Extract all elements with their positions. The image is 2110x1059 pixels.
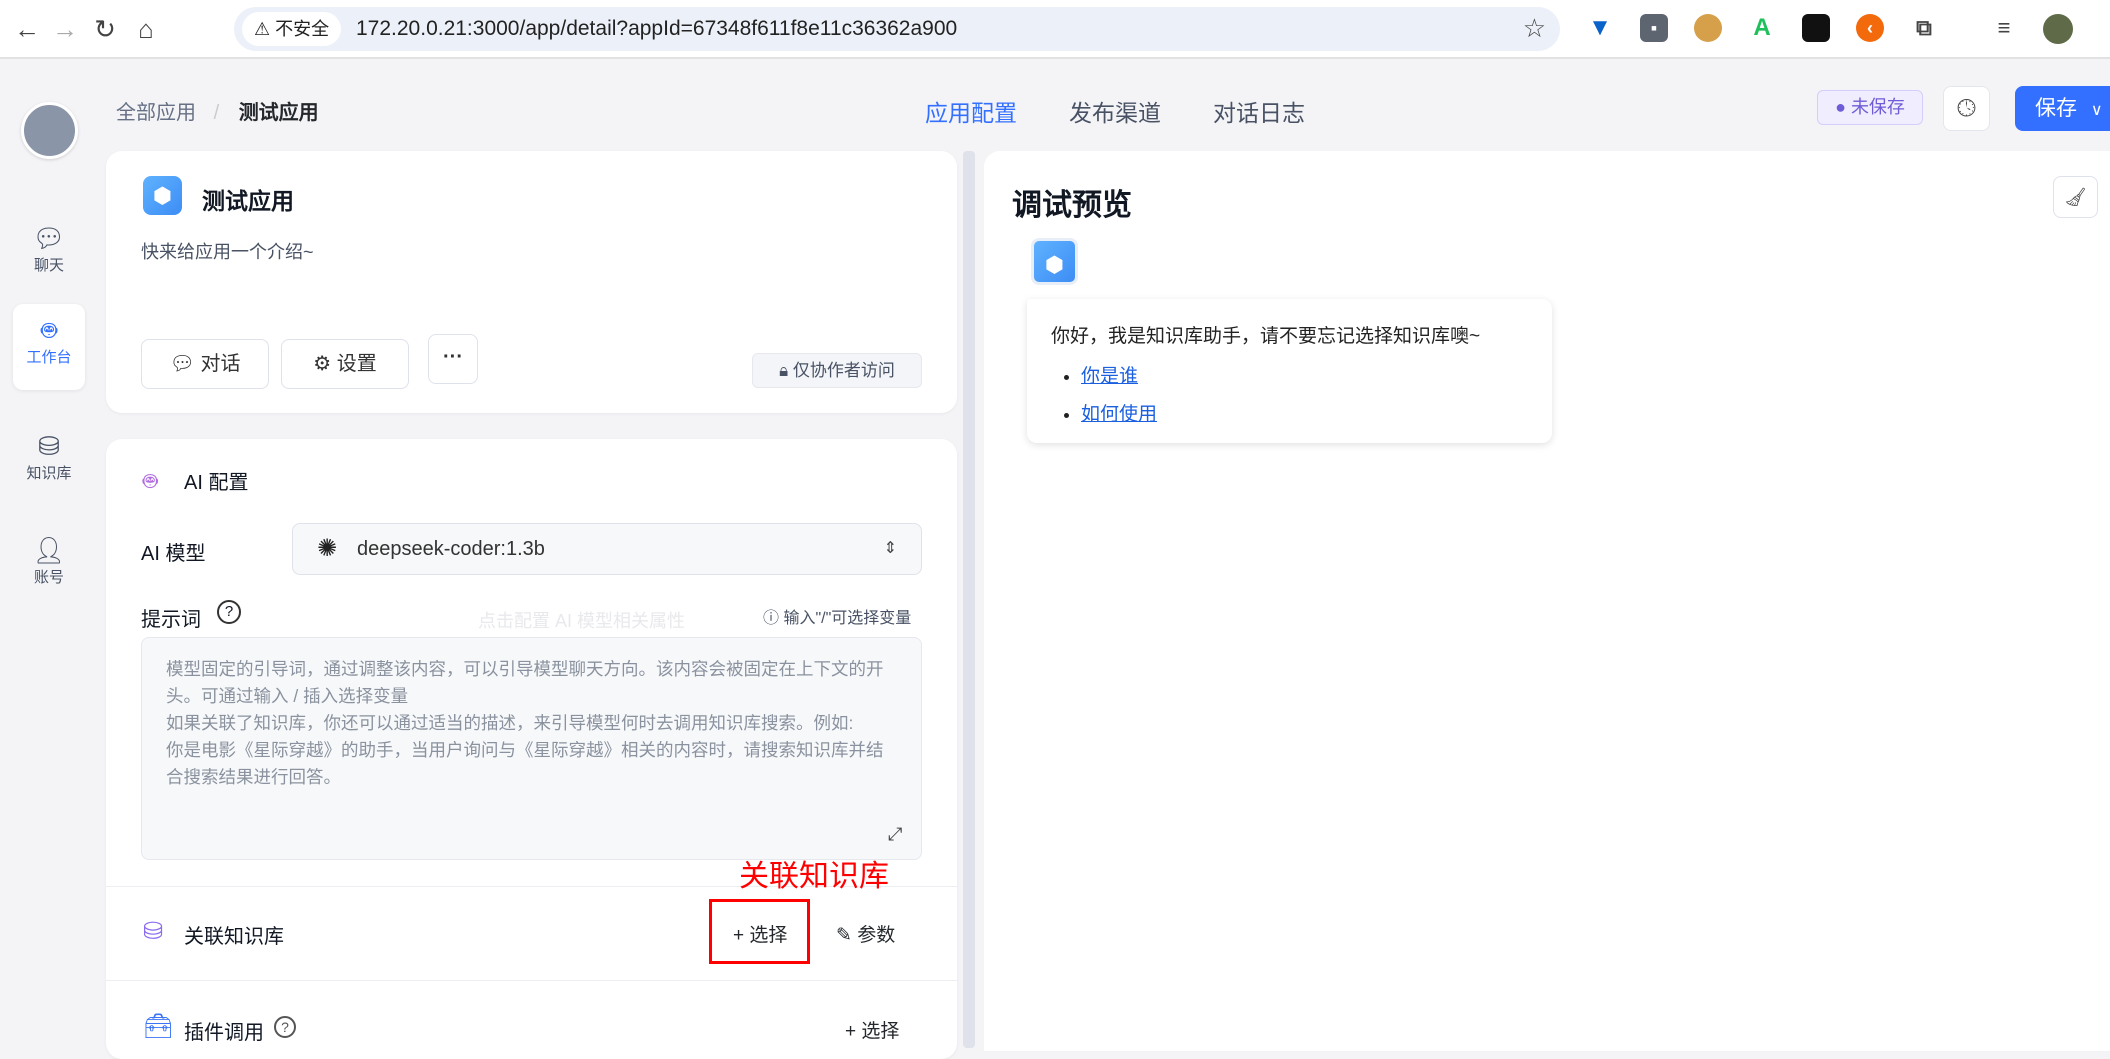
greeting-text: 你好，我是知识库助手，请不要忘记选择知识库噢~	[1051, 326, 1481, 347]
select-chevron-icon: ⇕	[883, 540, 897, 557]
user-icon: 👤︎	[32, 535, 66, 565]
suggestion-link[interactable]: 你是谁	[1081, 366, 1138, 387]
breadcrumb-all-apps[interactable]: 全部应用	[116, 102, 196, 124]
back-icon[interactable]: ←	[10, 14, 44, 44]
knowledge-base-title: 关联知识库	[184, 926, 284, 948]
extension-icon[interactable]: A	[1748, 14, 1776, 42]
settings-button-label: 设置	[336, 353, 377, 375]
security-indicator[interactable]: ⚠ 不安全	[242, 12, 342, 46]
history-button[interactable]: 🕓︎	[1943, 86, 1990, 131]
bot-avatar: ⬢	[1031, 238, 1078, 285]
chat-button-label: 对话	[200, 353, 241, 375]
broom-icon: 🧹︎	[2064, 187, 2087, 207]
help-icon[interactable]: ?	[274, 1016, 296, 1038]
preview-panel	[984, 151, 2110, 1051]
sidebar-item-label: 账号	[33, 569, 64, 586]
save-button[interactable]: 保存 ∨	[2015, 86, 2110, 131]
params-label: 参数	[857, 925, 896, 946]
chat-bubble-icon: 💬︎	[32, 223, 66, 253]
database-icon: ⛁	[143, 918, 164, 945]
divider	[106, 980, 957, 981]
prompt-placeholder: 模型固定的引导词，通过调整该内容，可以引导模型聊天方向。该内容会被固定在上下文的…	[166, 659, 884, 787]
help-icon[interactable]: ?	[217, 600, 241, 624]
status-text: 未保存	[1850, 97, 1905, 117]
url-text[interactable]: 172.20.0.21:3000/app/detail?appId=67348f…	[356, 7, 957, 51]
access-badge[interactable]: 🔒︎ 仅协作者访问	[752, 353, 922, 388]
openai-logo-icon: ✺	[317, 535, 338, 562]
ai-config-title: AI 配置	[184, 472, 249, 494]
extension-icon[interactable]: ▼	[1586, 14, 1614, 42]
selected-model: deepseek-coder:1.3b	[357, 538, 545, 560]
profile-avatar[interactable]	[2043, 14, 2073, 44]
app-name: 测试应用	[202, 188, 294, 214]
robot-icon: 🤖︎	[41, 315, 57, 345]
select-plugin-button[interactable]: + 选择	[845, 1016, 899, 1043]
preview-title: 调试预览	[1012, 189, 1132, 222]
prompt-hint-text: 输入"/"可选择变量	[783, 610, 912, 627]
app-intro[interactable]: 快来给应用一个介绍~	[141, 238, 314, 264]
annotation-label: 关联知识库	[739, 860, 889, 893]
robot-icon: 🤖︎	[143, 468, 158, 495]
insecure-label: 不安全	[275, 19, 330, 39]
more-dots-icon: ···	[443, 346, 463, 368]
address-bar[interactable]: ⚠ 不安全 172.20.0.21:3000/app/detail?appId=…	[234, 7, 1560, 51]
chat-icon: 💬︎	[169, 353, 195, 375]
sidebar-item-chat[interactable]: 💬︎ 聊天	[13, 212, 85, 298]
tab-publish-channels[interactable]: 发布渠道	[1069, 94, 1161, 128]
panel-resizer[interactable]	[963, 151, 975, 1048]
sidebar-item-label: 知识库	[26, 465, 72, 482]
bookmark-star-icon[interactable]: ☆	[1523, 13, 1546, 44]
tab-app-config[interactable]: 应用配置	[925, 94, 1017, 128]
sidebar-item-label: 聊天	[33, 257, 64, 274]
clock-icon: 🕓︎	[1957, 95, 1976, 122]
breadcrumb: 全部应用 / 测试应用	[116, 102, 319, 124]
faded-tooltip: 点击配置 AI 模型相关属性	[478, 611, 686, 631]
gear-icon: ⚙	[313, 353, 332, 375]
sidebar-item-label: 工作台	[26, 349, 72, 366]
media-icon[interactable]: ≡	[1990, 14, 2018, 42]
plugins-title: 插件调用	[184, 1022, 264, 1044]
forward-icon[interactable]: →	[48, 14, 82, 44]
save-label: 保存	[2035, 97, 2077, 120]
unsaved-badge: ● 未保存	[1817, 90, 1923, 125]
suggestion-link[interactable]: 如何使用	[1081, 404, 1157, 425]
info-icon: ⓘ	[763, 610, 780, 627]
breadcrumb-current: 测试应用	[238, 102, 319, 124]
cookie-extension-icon[interactable]	[1694, 14, 1722, 42]
prompt-label: 提示词	[141, 609, 201, 631]
extension-icon[interactable]: ‹	[1856, 14, 1884, 42]
user-avatar[interactable]	[21, 102, 78, 159]
database-icon: ⛁	[38, 431, 60, 461]
access-label: 仅协作者访问	[792, 361, 895, 380]
browser-toolbar: ← → ↻ ⌂ ⚠ 不安全 172.20.0.21:3000/app/detai…	[0, 0, 2110, 59]
sidebar-item-workbench[interactable]: 🤖︎ 工作台	[13, 304, 85, 390]
reload-icon[interactable]: ↻	[88, 14, 122, 44]
ai-model-label: AI 模型	[141, 543, 206, 565]
extension-icon[interactable]	[1802, 14, 1830, 42]
select-knowledge-button[interactable]: + 选择	[733, 920, 787, 947]
params-button[interactable]: ✎ 参数	[836, 920, 895, 947]
bot-message: 你好，我是知识库助手，请不要忘记选择知识库噢~ 你是谁 如何使用	[1027, 299, 1552, 443]
sidebar-item-knowledge[interactable]: ⛁ 知识库	[13, 420, 85, 506]
chevron-down-icon: ∨	[2090, 102, 2103, 119]
more-button[interactable]: ···	[428, 334, 478, 384]
toolbox-icon: 🧰︎	[143, 1013, 174, 1040]
home-icon[interactable]: ⌂	[129, 14, 163, 44]
ai-model-select[interactable]: ✺ deepseek-coder:1.3b ⇕	[292, 523, 922, 575]
extensions-puzzle-icon[interactable]: ⧉	[1910, 14, 1938, 42]
app-cube-icon: ⬢	[143, 176, 182, 215]
chat-button[interactable]: 💬︎ 对话	[141, 339, 269, 389]
edit-icon: ✎	[836, 925, 852, 946]
tab-chat-logs[interactable]: 对话日志	[1213, 94, 1305, 128]
settings-button[interactable]: ⚙ 设置	[281, 339, 409, 389]
expand-icon[interactable]: ⤢	[888, 824, 902, 845]
sidebar-item-account[interactable]: 👤︎ 账号	[13, 524, 85, 610]
lock-icon: 🔒︎	[779, 361, 789, 380]
prompt-textarea[interactable]: 模型固定的引导词，通过调整该内容，可以引导模型聊天方向。该内容会被固定在上下文的…	[141, 637, 922, 860]
extension-icon[interactable]: ▪	[1640, 14, 1668, 42]
clear-chat-button[interactable]: 🧹︎	[2053, 176, 2098, 218]
prompt-hint: ⓘ 输入"/"可选择变量	[763, 604, 911, 628]
